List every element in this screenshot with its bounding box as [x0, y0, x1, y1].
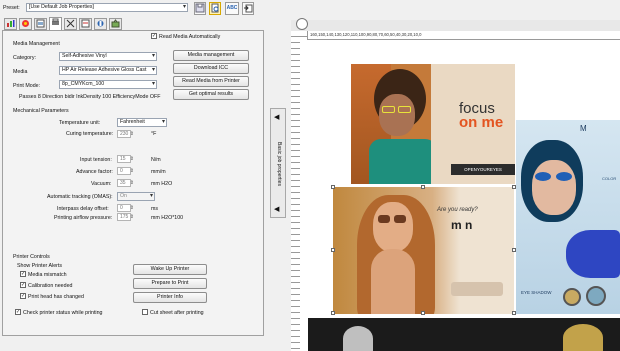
mechanical-title: Mechanical Parameters — [13, 108, 69, 114]
tab-printer-settings[interactable] — [49, 17, 62, 31]
preview-icon[interactable] — [209, 2, 221, 15]
tab-options[interactable] — [94, 18, 107, 30]
horizontal-ruler: 160,150,140,130,120,110,100,90,80,70,60,… — [308, 31, 620, 40]
temp-unit-label: Temperature unit: — [59, 120, 101, 126]
advance-factor-label: Advance factor: — [76, 169, 113, 175]
interpass-unit: ms — [151, 206, 159, 212]
show-alerts-label: Show Printer Alerts — [17, 263, 63, 269]
input-tension-input[interactable]: 15 — [117, 155, 134, 163]
ad3-side: COLOR — [602, 176, 617, 181]
collapse-left-icon[interactable]: ◀ — [274, 113, 279, 121]
category-select[interactable]: Self-Adhesive Vinyl — [59, 52, 157, 61]
download-icc-button[interactable]: Download ICC — [173, 63, 249, 74]
media-management-title: Media Management — [13, 41, 60, 47]
print-mode-select[interactable]: 8p_CMYKcm_100 — [59, 80, 157, 89]
selection-handle[interactable] — [331, 248, 335, 252]
tab-info[interactable] — [109, 18, 122, 30]
preset-select[interactable]: [Use Default Job Properties] — [26, 3, 188, 12]
save-preset-icon[interactable] — [194, 2, 206, 15]
input-tension-unit: N/m — [151, 157, 161, 163]
check-status-checkbox[interactable]: ✓ — [15, 309, 21, 315]
advance-factor-input[interactable]: 0 — [117, 167, 134, 175]
cut-sheet-label: Cut sheet after printing — [150, 310, 204, 316]
read-media-button[interactable]: Read Media from Printer — [173, 76, 249, 87]
get-optimal-results-button[interactable]: Get optimal results — [173, 89, 249, 100]
cut-sheet-checkbox[interactable] — [142, 309, 148, 315]
vacuum-unit: mm H2O — [151, 181, 173, 187]
alert-media-mismatch-checkbox[interactable]: ✓ — [20, 271, 26, 277]
alert-media-mismatch-label: Media mismatch — [28, 272, 67, 278]
read-media-auto-checkbox[interactable]: ✓ — [151, 33, 157, 39]
selection-handle[interactable] — [421, 185, 425, 189]
read-media-auto-label: Read Media Automatically — [159, 34, 221, 40]
omas-label: Automatic tracking (OMAS): — [47, 194, 113, 200]
alert-printhead-checkbox[interactable]: ✓ — [20, 293, 26, 299]
alert-printhead-label: Print head has changed — [28, 294, 84, 300]
airflow-input[interactable]: 175 — [117, 213, 134, 221]
alert-calibration-checkbox[interactable]: ✓ — [20, 282, 26, 288]
airflow-unit: mm H2O*100 — [151, 215, 184, 221]
ad1-line2: on me — [459, 114, 504, 131]
airflow-label: Printing airflow pressure: — [54, 215, 113, 221]
export-icon[interactable] — [242, 2, 254, 15]
media-management-button[interactable]: Media management — [173, 50, 249, 61]
tab-marks[interactable] — [79, 18, 92, 30]
media-label: Media — [13, 69, 28, 75]
basic-job-properties-tab[interactable]: ◀ Basic job properties ◀ — [270, 108, 286, 218]
tab-color[interactable] — [19, 18, 32, 30]
selection-handle[interactable] — [421, 311, 425, 315]
image-focus-on-me[interactable]: focus on me OPENYOUREYES — [351, 64, 515, 184]
vacuum-label: Vacuum: — [91, 181, 112, 187]
ad3-top: M — [580, 124, 587, 133]
alert-calibration-label: Calibration needed — [28, 283, 73, 289]
media-select[interactable]: HP Air Release Adhesive Gloss Cast — [59, 66, 157, 75]
printer-controls-title: Printer Controls — [13, 254, 50, 260]
selection-handle[interactable] — [331, 311, 335, 315]
image-eye-shadow[interactable]: M COLOR EYE SHADOW — [516, 120, 620, 314]
interpass-label: Interpass delay offset: — [57, 206, 109, 212]
zoom-dial-icon[interactable] — [296, 18, 308, 30]
tab-layout[interactable] — [34, 18, 47, 30]
temp-unit-select[interactable]: Fahrenheit — [117, 118, 167, 127]
curing-input[interactable]: 230 — [117, 130, 134, 138]
ad2-brand: m n — [451, 218, 473, 232]
category-label: Category: — [13, 55, 36, 61]
curing-unit: °F — [151, 131, 157, 137]
curing-label: Curing temperature: — [66, 131, 114, 137]
selection-handle[interactable] — [331, 185, 335, 189]
advance-factor-unit: mm/m — [151, 169, 166, 175]
passes-info-text: Passes 8 Direction bidir InkDensity 100 … — [19, 94, 161, 100]
tab-general[interactable] — [4, 18, 17, 30]
vacuum-input[interactable]: 35 — [117, 179, 134, 187]
spellcheck-icon[interactable]: ABC — [225, 2, 239, 15]
image-bottom-strip[interactable] — [308, 318, 620, 351]
ad1-tagline: OPENYOUREYES — [451, 164, 515, 175]
check-status-label: Check printer status while printing — [23, 310, 103, 316]
printer-info-button[interactable]: Printer Info — [133, 292, 207, 303]
image-are-you-ready[interactable]: Are you ready? m n — [333, 187, 514, 314]
prepare-to-print-button[interactable]: Prepare to Print — [133, 278, 207, 289]
ad2-text: Are you ready? — [437, 207, 478, 213]
ad3-bottom: EYE SHADOW — [521, 290, 552, 295]
preset-label: Preset: — [3, 5, 20, 11]
print-mode-label: Print Mode: — [13, 83, 41, 89]
tab-cut[interactable] — [64, 18, 77, 30]
interpass-input[interactable]: 0 — [117, 204, 134, 212]
basic-job-properties-label: Basic job properties — [276, 142, 282, 186]
omas-select[interactable]: On — [117, 192, 155, 201]
collapse-left-icon-bottom[interactable]: ◀ — [274, 205, 279, 213]
wake-up-printer-button[interactable]: Wake Up Printer — [133, 264, 207, 275]
input-tension-label: Input tension: — [80, 157, 112, 163]
